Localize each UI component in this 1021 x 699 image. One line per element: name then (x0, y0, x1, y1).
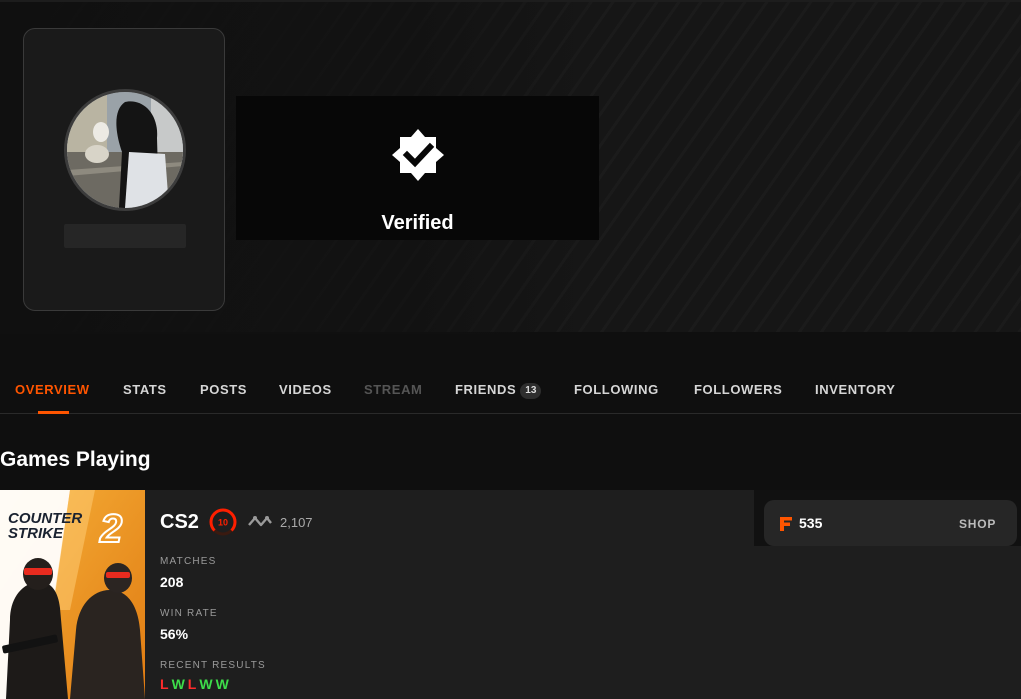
recent-results-label: RECENT RESULTS (160, 660, 266, 671)
tab-videos[interactable]: VIDEOS (279, 382, 332, 397)
profile-page: Verified OVERVIEW STATS POSTS VIDEOS STR… (0, 0, 1021, 699)
tab-inventory[interactable]: INVENTORY (815, 382, 896, 397)
tab-friends-label: FRIENDS (455, 382, 517, 397)
svg-text:10: 10 (218, 518, 228, 528)
win-rate-label: WIN RATE (160, 608, 218, 619)
verified-panel: Verified (236, 96, 599, 240)
matches-label: MATCHES (160, 556, 217, 567)
tab-posts[interactable]: POSTS (200, 382, 247, 397)
username-placeholder (64, 224, 186, 248)
tab-friends[interactable]: FRIENDS 13 (455, 382, 542, 399)
win-rate-value: 56% (160, 626, 189, 642)
game-name: CS2 (160, 511, 199, 533)
friends-count-badge: 13 (520, 383, 542, 399)
active-tab-indicator (38, 411, 69, 414)
faceit-points-icon (780, 517, 792, 531)
avatar-photo (67, 92, 183, 208)
skill-level-icon: 10 (209, 508, 237, 536)
points-shop-box: 535 SHOP (764, 500, 1017, 546)
svg-text:STRIKE: STRIKE (8, 525, 64, 542)
verified-label: Verified (381, 212, 454, 234)
result-badge: W (199, 676, 213, 692)
profile-card (23, 28, 225, 311)
profile-tabs: OVERVIEW STATS POSTS VIDEOS STREAM FRIEN… (0, 370, 1021, 414)
profile-banner: Verified (0, 0, 1021, 334)
elo-icon (248, 516, 272, 527)
section-title: Games Playing (0, 448, 151, 471)
result-badge: L (160, 676, 169, 692)
tab-stats[interactable]: STATS (123, 382, 167, 397)
verified-badge-icon (392, 129, 444, 181)
shop-button[interactable]: SHOP (959, 517, 996, 531)
recent-results: LWLWW (160, 676, 232, 692)
avatar[interactable] (64, 89, 186, 211)
result-badge: W (171, 676, 185, 692)
elo-value: 2,107 (280, 515, 313, 530)
game-cover-image[interactable]: COUNTER STRIKE 2 (0, 490, 145, 699)
result-badge: L (187, 676, 197, 692)
result-badge: W (215, 676, 229, 692)
tab-stream: STREAM (364, 382, 423, 397)
svg-text:2: 2 (99, 507, 122, 551)
tab-overview[interactable]: OVERVIEW (15, 382, 90, 397)
points-shop-widget: 535 SHOP (754, 490, 1021, 546)
cs2-cover-art: COUNTER STRIKE 2 (0, 490, 145, 699)
tab-following[interactable]: FOLLOWING (574, 382, 659, 397)
points-value: 535 (799, 515, 823, 531)
matches-value: 208 (160, 574, 184, 590)
tab-followers[interactable]: FOLLOWERS (694, 382, 782, 397)
